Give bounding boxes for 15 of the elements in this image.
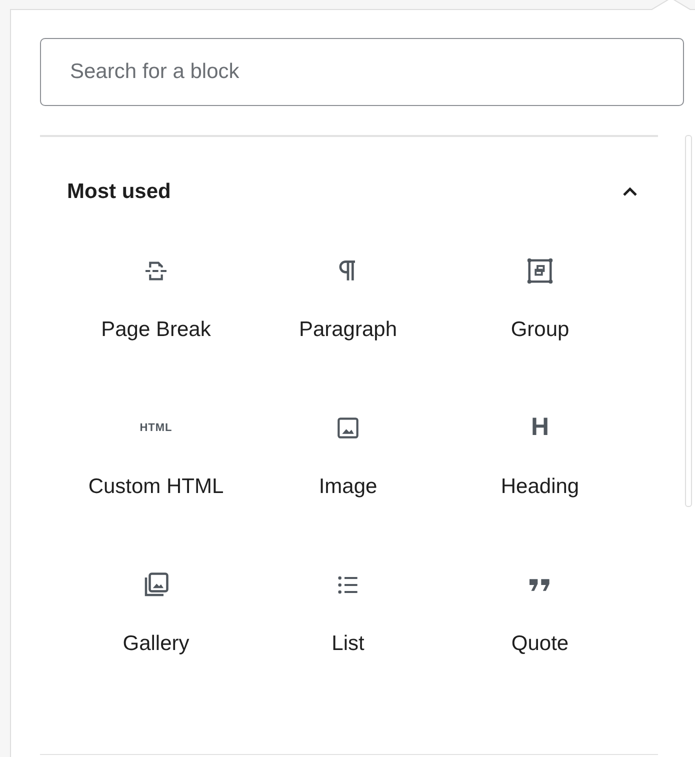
block-item[interactable]: Image [252,398,444,538]
search-field[interactable]: Search for a block [40,38,684,106]
heading-icon: H [530,413,550,442]
most-used-panel-toggle[interactable]: Most used [40,136,658,220]
group-icon [525,256,555,286]
block-item[interactable]: List [252,556,444,696]
block-item[interactable]: Paragraph [252,242,444,382]
block-item[interactable]: Page Break [60,242,252,382]
block-item[interactable]: Quote [444,556,636,696]
block-item[interactable]: Group [444,242,636,382]
block-item[interactable]: HTML Custom HTML [60,398,252,538]
block-item[interactable]: H Heading [444,398,636,538]
scrollbar[interactable] [685,135,692,507]
html-icon: HTML [140,422,172,434]
block-item[interactable]: Gallery [60,556,252,696]
